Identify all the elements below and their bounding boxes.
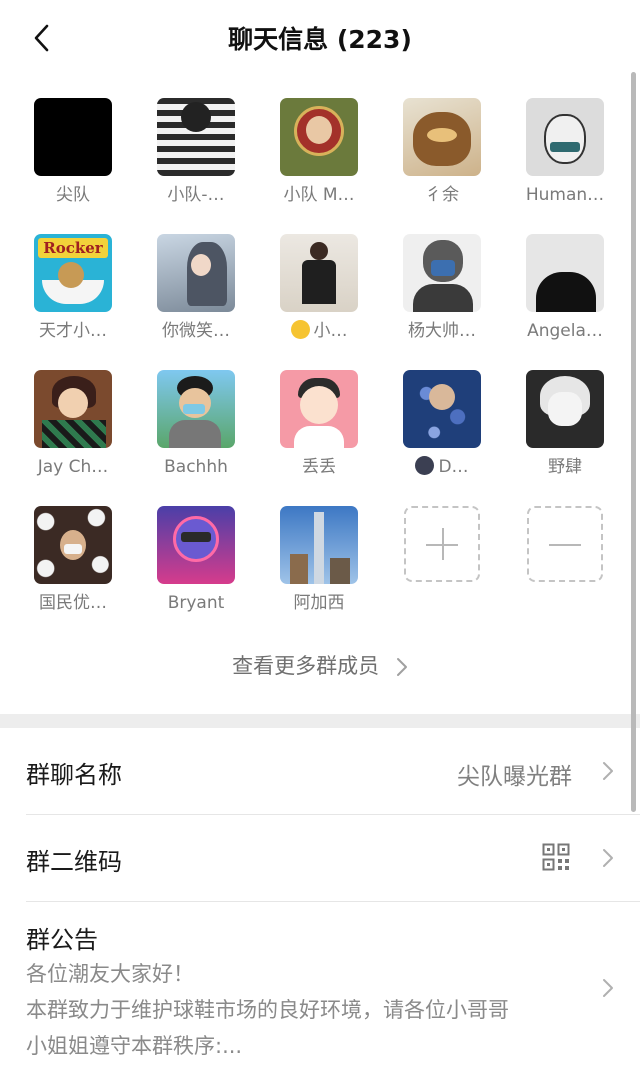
avatar [34, 506, 112, 584]
announcement-line: 小姐姐遵守本群秩序:... [26, 1034, 243, 1058]
scrollbar[interactable] [631, 72, 636, 812]
member-name: 杨大帅… [408, 321, 476, 341]
avatar [526, 370, 604, 448]
avatar [403, 370, 481, 448]
member-name: 丢丢 [302, 457, 336, 477]
member-name: 你微笑… [162, 321, 230, 341]
avatar [157, 506, 235, 584]
announcement-line: 本群致力于维护球鞋市场的良好环境，请各位小哥哥 [26, 998, 509, 1022]
member-name: Angela… [527, 321, 603, 341]
chevron-right-icon [603, 762, 613, 780]
nav-bar: 聊天信息 (223) [0, 0, 640, 76]
member-name: 小队 M… [283, 185, 355, 205]
chevron-right-icon [603, 849, 613, 867]
view-more-members-link[interactable]: 查看更多群成员 [0, 650, 640, 680]
avatar [280, 234, 358, 312]
member-item[interactable]: Jay Ch… [18, 370, 128, 479]
new-moon-face-emoji [415, 456, 435, 475]
avatar [157, 98, 235, 176]
group-qr-row[interactable]: 群二维码 [0, 815, 640, 901]
member-name: Human… [525, 185, 605, 205]
member-item[interactable]: Angela… [510, 234, 620, 343]
member-name: Jay Ch… [37, 457, 109, 477]
member-name: 尖队 [56, 185, 90, 205]
remove-member-button[interactable] [510, 506, 620, 582]
member-name: D… [387, 455, 497, 479]
member-item[interactable]: 彳余 [387, 98, 497, 207]
member-name: 小… [264, 319, 374, 343]
member-item[interactable]: Bachhh [141, 370, 251, 479]
section-gap [0, 714, 640, 728]
minus-icon [527, 506, 603, 582]
member-item[interactable]: D… [387, 370, 497, 479]
member-item[interactable]: 阿加西 [264, 506, 374, 615]
avatar [280, 506, 358, 584]
member-item[interactable]: 小队-… [141, 98, 251, 207]
avatar [34, 98, 112, 176]
member-name: Bachhh [164, 457, 228, 477]
member-grid: 尖队 小队-… 小队 M… 彳余 Human… Rocker 天才小… 你微笑…… [0, 76, 640, 714]
member-item[interactable]: 杨大帅… [387, 234, 497, 343]
member-name: 彳余 [425, 185, 459, 205]
member-name: 野肆 [548, 457, 582, 477]
chevron-right-icon [396, 658, 407, 676]
member-item[interactable]: Human… [510, 98, 620, 207]
announcement-line: 各位潮友大家好！ [26, 962, 194, 986]
member-name: Bryant [167, 593, 225, 613]
avatar [280, 98, 358, 176]
member-name: 小队-… [167, 185, 225, 205]
group-name-value: 尖队曝光群 [457, 764, 572, 790]
avatar [280, 370, 358, 448]
member-item[interactable]: 你微笑… [141, 234, 251, 343]
member-item[interactable]: 尖队 [18, 98, 128, 207]
group-name-label: 群聊名称 [26, 761, 122, 789]
plus-icon [404, 506, 480, 582]
member-name: 阿加西 [293, 593, 345, 613]
page-title: 聊天信息 (223) [228, 25, 412, 54]
view-more-label: 查看更多群成员 [232, 654, 380, 678]
winking-face-emoji [290, 320, 310, 339]
add-member-button[interactable] [387, 506, 497, 582]
member-name: 天才小… [39, 321, 107, 341]
avatar [157, 370, 235, 448]
avatar [403, 234, 481, 312]
announcement-label: 群公告 [26, 926, 98, 954]
avatar: Rocker [34, 234, 112, 312]
avatar [34, 370, 112, 448]
qr-code-icon [542, 843, 570, 871]
group-name-row[interactable]: 群聊名称 尖队曝光群 [0, 728, 640, 814]
group-qr-label: 群二维码 [26, 848, 122, 876]
avatar [526, 98, 604, 176]
member-item[interactable]: Bryant [141, 506, 251, 615]
avatar [157, 234, 235, 312]
avatar [526, 234, 604, 312]
member-item[interactable]: 小队 M… [264, 98, 374, 207]
member-item[interactable]: 丢丢 [264, 370, 374, 479]
member-item[interactable]: Rocker 天才小… [18, 234, 128, 343]
member-name: 国民优… [39, 593, 107, 613]
member-item[interactable]: 国民优… [18, 506, 128, 615]
chevron-right-icon [603, 979, 613, 997]
announcement-text: 各位潮友大家好！ 本群致力于维护球鞋市场的良好环境，请各位小哥哥 小姐姐遵守本群… [26, 956, 586, 1064]
member-item[interactable]: 野肆 [510, 370, 620, 479]
avatar [403, 98, 481, 176]
member-item[interactable]: 小… [264, 234, 374, 343]
